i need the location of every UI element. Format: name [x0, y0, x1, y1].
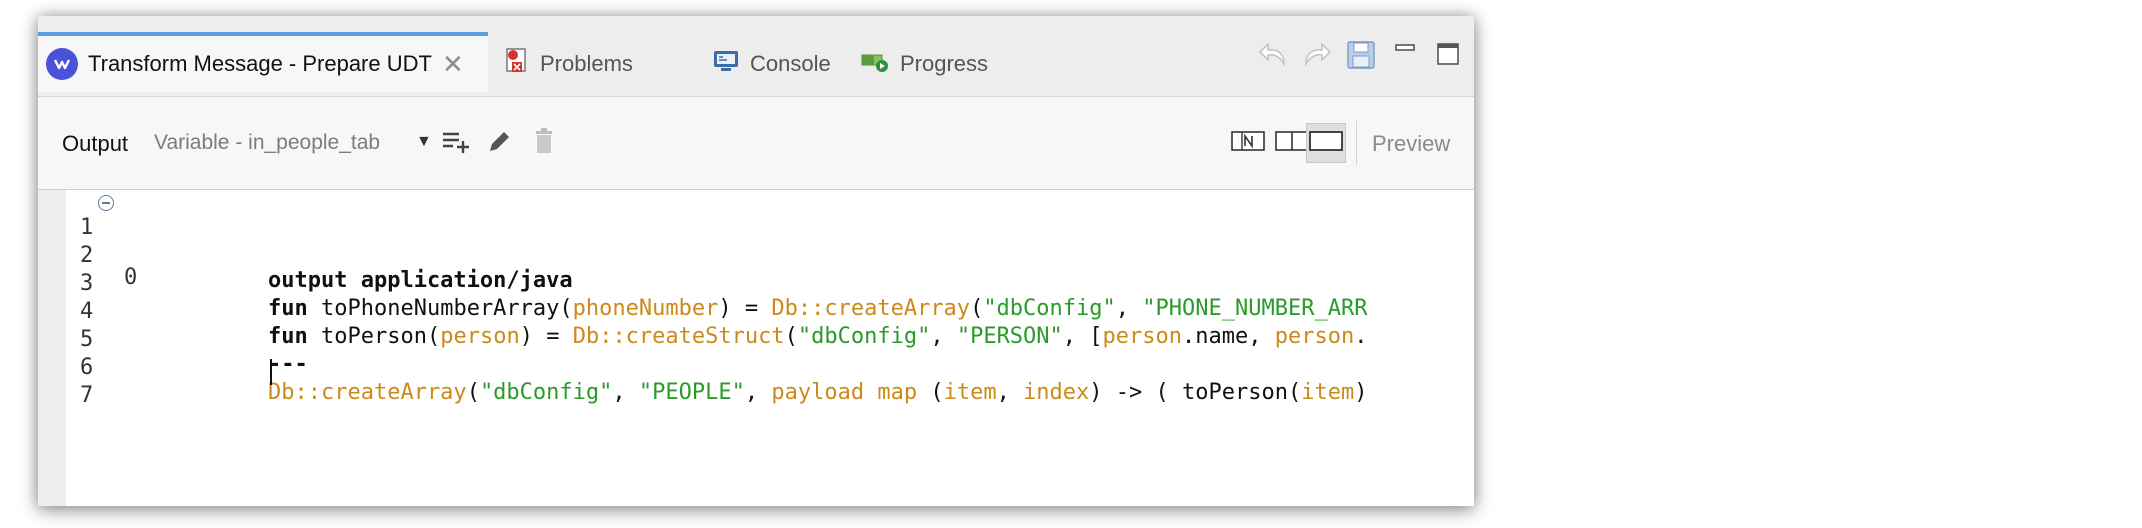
code-line: 5 ---: [38, 302, 308, 377]
tab-bar: Transform Message - Prepare UDT ✕ Proble…: [38, 16, 1474, 97]
line-text: fun toPhoneNumberArray(phoneNumber) = Db…: [268, 296, 1368, 321]
code-editor[interactable]: 1 0 2 output application/java 3 fun toPh…: [38, 190, 1474, 506]
save-icon: [1346, 40, 1376, 75]
code-line: 3 fun toPhoneNumberArray(phoneNumber) = …: [38, 246, 1367, 321]
mule-icon: [46, 48, 78, 80]
tab-label: Problems: [540, 51, 633, 76]
tab-problems[interactable]: Problems: [504, 32, 633, 96]
chevron-down-icon[interactable]: ▼: [416, 133, 432, 151]
layout-source-button[interactable]: [1228, 123, 1268, 163]
line-text: Db::createArray("dbConfig", "PEOPLE", pa…: [268, 380, 1368, 405]
tab-transform-message[interactable]: Transform Message - Prepare UDT ✕: [38, 32, 488, 92]
fold-collapse-icon[interactable]: [98, 195, 114, 211]
pencil-icon: [487, 128, 513, 159]
delete-button[interactable]: [524, 125, 564, 161]
editor-window: Transform Message - Prepare UDT ✕ Proble…: [38, 16, 1474, 506]
code-line: 2 output application/java: [38, 218, 573, 293]
tab-label: Console: [750, 51, 831, 76]
console-icon: [712, 49, 740, 79]
progress-icon: [860, 49, 890, 79]
minimize-icon: [1394, 42, 1416, 61]
layout-split-icon: [1275, 130, 1309, 157]
code-line: 6 Db::createArray("dbConfig", "PEOPLE", …: [38, 330, 1368, 405]
maximize-button[interactable]: [1436, 42, 1460, 71]
tab-progress[interactable]: Progress: [860, 32, 988, 96]
preview-button[interactable]: Preview: [1372, 131, 1450, 157]
close-icon[interactable]: ✕: [442, 49, 464, 80]
output-label: Output: [62, 131, 129, 156]
line-number: 7: [80, 383, 94, 408]
tab-console[interactable]: Console: [712, 32, 831, 96]
line-text: 0: [124, 265, 138, 290]
add-output-button[interactable]: [436, 125, 476, 161]
code-line: 4 fun toPerson(person) = Db::createStruc…: [38, 274, 1368, 349]
problems-icon: [504, 47, 530, 81]
text-cursor: [270, 359, 272, 385]
edit-button[interactable]: [480, 125, 520, 161]
tab-label: Progress: [900, 51, 989, 76]
tab-label: Transform Message - Prepare UDT: [88, 51, 432, 76]
line-text: ---: [268, 352, 308, 377]
code-line: 1 0: [38, 190, 137, 290]
redo-icon: [1300, 40, 1332, 75]
undo-button[interactable]: [1258, 40, 1290, 75]
layout-single-button[interactable]: [1306, 123, 1346, 163]
variable-selector[interactable]: Variable - in_people_tab: [154, 131, 380, 155]
minimize-button[interactable]: [1394, 42, 1416, 61]
layout-single-icon: [1309, 130, 1343, 157]
output-toolbar: Output Variable - in_people_tab ▼ Previe…: [38, 97, 1474, 190]
save-button[interactable]: [1346, 40, 1376, 75]
redo-button[interactable]: [1300, 40, 1332, 75]
layout-source-icon: [1231, 130, 1265, 157]
code-line: 7: [38, 358, 272, 408]
trash-icon: [533, 127, 555, 159]
line-text: fun toPerson(person) = Db::createStruct(…: [268, 324, 1368, 349]
maximize-icon: [1436, 42, 1460, 71]
add-list-icon: [441, 129, 471, 158]
line-text: output application/java: [268, 268, 573, 293]
toolbar-divider: [1356, 121, 1357, 165]
undo-icon: [1258, 40, 1290, 75]
